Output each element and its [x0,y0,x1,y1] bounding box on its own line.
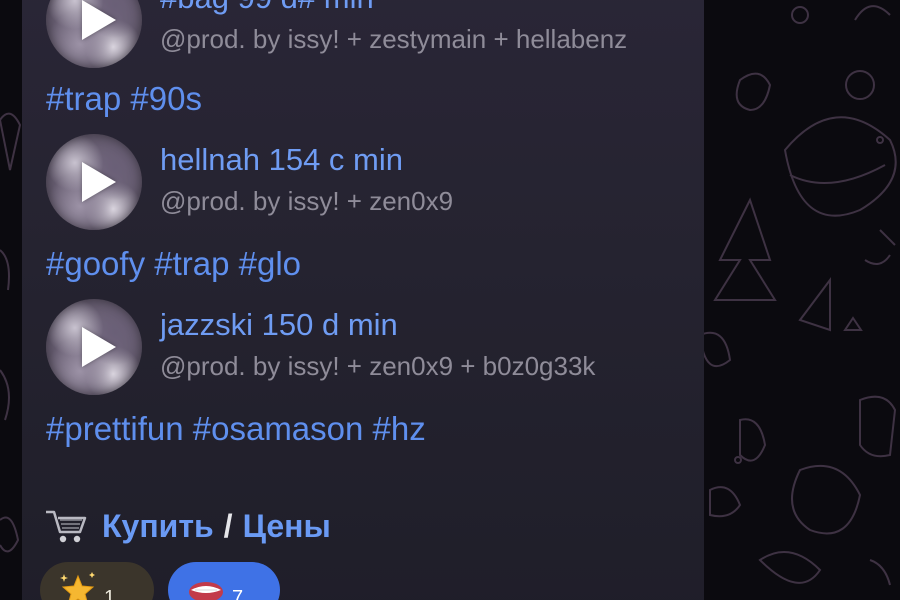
track-title: #bag 99 d# min [160,0,374,16]
hashtags[interactable]: #trap #90s [46,80,202,118]
separator: / [223,507,233,544]
play-icon[interactable] [82,162,116,202]
track-credits: @prod. by issy! + zestymain + hellabenz [160,24,628,54]
lips-icon [189,582,223,600]
hashtags[interactable]: #goofy #trap #glo [46,245,301,283]
play-icon[interactable] [82,0,116,40]
audio-track: jazzski 150 d min @prod. by issy! + zen0… [46,299,696,395]
track-title: jazzski 150 d min [160,307,398,342]
play-icon[interactable] [82,327,116,367]
hashtags[interactable]: #prettifun #osamason #hz [46,410,426,448]
track-title: hellnah 154 c min [160,142,403,177]
track-credits: @prod. by issy! + zen0x9 + b0z0g33k [160,351,596,381]
reaction-count: 7 [232,586,244,600]
buy-prices-row: Купить / Цены [44,506,331,546]
reaction-lips[interactable]: 7 [168,562,280,600]
reaction-count: 1 [104,586,116,600]
buy-link[interactable]: Купить [102,508,214,545]
reaction-star[interactable]: 1 [40,562,154,600]
audio-track: #bag 99 d# min @prod. by issy! + zestyma… [46,0,696,68]
audio-track: hellnah 154 c min @prod. by issy! + zen0… [46,134,696,230]
star-sparkle-icon [60,572,95,600]
prices-link[interactable]: Цены [243,508,331,545]
shopping-cart-icon [46,510,87,543]
chat-screen: #bag 99 d# min @prod. by issy! + zestyma… [0,0,900,600]
track-credits: @prod. by issy! + zen0x9 [160,186,454,216]
